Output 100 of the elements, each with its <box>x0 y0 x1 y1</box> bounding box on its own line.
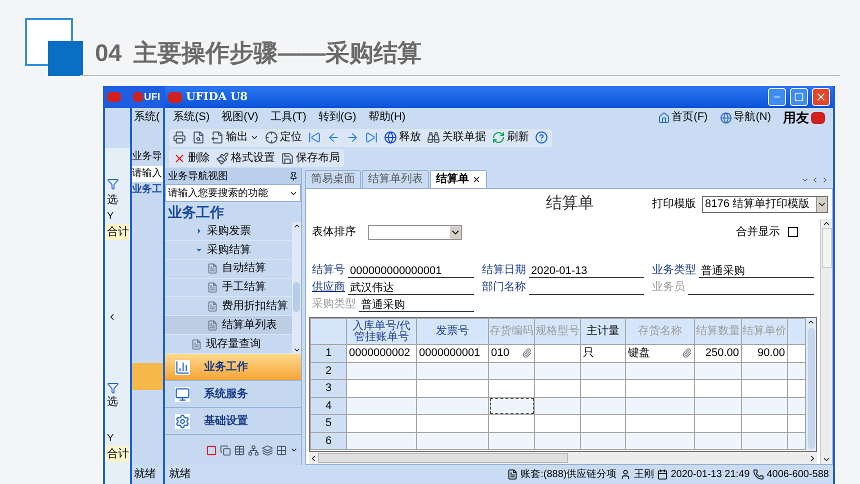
merge-checkbox[interactable] <box>788 227 798 237</box>
field-label: 结算日期 <box>482 262 526 278</box>
table-cell[interactable] <box>694 432 742 450</box>
tab[interactable]: 结算单列表 <box>362 170 429 188</box>
close-button[interactable] <box>812 88 830 106</box>
help-button[interactable] <box>533 128 550 146</box>
sort-select[interactable] <box>368 224 462 240</box>
table-cell[interactable] <box>416 380 488 397</box>
save-button[interactable]: 保存布局 <box>279 149 342 167</box>
scroll-thumb[interactable] <box>293 282 300 312</box>
document-icon <box>191 338 202 350</box>
table-cell[interactable] <box>346 432 416 450</box>
last-icon <box>365 131 378 144</box>
table-cell[interactable] <box>534 414 580 432</box>
home-link[interactable]: 首页(F) <box>658 109 708 126</box>
scrollbar[interactable] <box>820 219 832 464</box>
caret-icon[interactable] <box>290 446 298 454</box>
table-cell[interactable] <box>534 380 580 397</box>
field-input[interactable]: 武汉伟达 <box>348 280 474 295</box>
search-field[interactable]: 请输入您要搜索的功能 <box>165 184 301 202</box>
field-label: 结算号 <box>312 262 345 278</box>
table-cell[interactable] <box>416 432 488 450</box>
table-cell[interactable] <box>694 380 742 397</box>
scroll-thumb[interactable] <box>318 453 568 463</box>
tree-item[interactable]: 结算单列表 <box>165 316 292 336</box>
delete-button[interactable]: 删除 <box>171 149 212 167</box>
layers-icon[interactable] <box>262 444 273 456</box>
table-cell[interactable] <box>626 414 694 432</box>
table-cell[interactable]: 只 <box>580 344 626 362</box>
scroll-thumb[interactable] <box>808 328 814 449</box>
globe-link[interactable]: 导航(N) <box>720 109 771 126</box>
table-cell[interactable] <box>626 432 694 450</box>
refresh-button[interactable]: 刷新 <box>490 128 531 146</box>
field-input[interactable]: 000000000000001 <box>348 263 474 278</box>
scroll-up-icon <box>292 222 300 230</box>
table-cell[interactable] <box>488 414 534 432</box>
table-cell[interactable] <box>626 380 694 397</box>
table-cell[interactable] <box>534 432 580 450</box>
table-cell[interactable]: 0000000001 <box>416 344 488 362</box>
scrollbar[interactable] <box>292 222 301 354</box>
locate-button[interactable]: 定位 <box>263 128 304 146</box>
tab[interactable]: 简易桌面 <box>305 170 361 188</box>
menu-item[interactable]: 帮助(H) <box>368 109 406 126</box>
table-icon[interactable] <box>234 444 245 456</box>
table-cell[interactable] <box>694 414 742 432</box>
close-icon[interactable] <box>472 175 481 184</box>
table-cell[interactable]: 90.00 <box>742 344 788 362</box>
menu-item[interactable]: 系统(S) <box>173 109 210 126</box>
table-cell[interactable]: 0000000002 <box>346 344 416 362</box>
right-arrow-icon <box>346 131 359 144</box>
field-label: 打印模版 <box>652 196 696 212</box>
scrollbar[interactable] <box>806 318 816 451</box>
field-input[interactable]: 普通采购 <box>699 263 814 278</box>
tree-label: 采购结算 <box>207 242 251 258</box>
nav-section-button[interactable]: 业务工作 <box>165 354 301 381</box>
left-icon[interactable] <box>811 176 819 184</box>
paperclip-icon[interactable] <box>682 348 692 358</box>
export-button[interactable]: 输出 <box>209 128 261 146</box>
monitor-icon <box>175 386 190 402</box>
copy-icon[interactable] <box>220 444 231 456</box>
minimize-button[interactable] <box>768 88 786 106</box>
table-cell[interactable] <box>580 432 626 450</box>
table-cell[interactable]: 250.00 <box>694 344 742 362</box>
grid-icon[interactable] <box>276 444 287 456</box>
menu-item[interactable]: 工具(T) <box>270 109 306 126</box>
tree-icon[interactable] <box>248 444 259 456</box>
dropdown-icon[interactable] <box>801 176 809 184</box>
table-cell[interactable]: 键盘 <box>626 344 694 362</box>
menu-item[interactable]: 视图(V) <box>222 109 258 126</box>
table-cell[interactable] <box>488 380 534 397</box>
template-select[interactable]: 8176 结算单打印模版 <box>702 196 828 212</box>
table-cell[interactable] <box>742 432 788 450</box>
table-cell[interactable] <box>742 414 788 432</box>
related-button[interactable]: 关联单据 <box>425 128 488 146</box>
table-cell[interactable] <box>580 380 626 397</box>
table-cell[interactable] <box>346 380 416 397</box>
field-input[interactable]: 2020-01-13 <box>529 263 644 278</box>
table-cell[interactable] <box>488 397 534 414</box>
table-cell[interactable] <box>488 432 534 450</box>
table-cell[interactable]: 010 <box>488 344 534 362</box>
table-cell[interactable] <box>534 344 580 362</box>
horizontal-scrollbar[interactable] <box>309 452 817 464</box>
format-button[interactable]: 格式设置 <box>214 149 277 167</box>
table-cell[interactable] <box>580 414 626 432</box>
field-input[interactable]: 普通采购 <box>359 297 474 312</box>
maximize-button[interactable] <box>790 88 808 106</box>
field-label[interactable]: 供应商 <box>312 278 345 295</box>
row-number: 1 <box>310 344 346 362</box>
right-icon[interactable] <box>821 176 829 184</box>
release-button[interactable]: 释放 <box>382 128 423 146</box>
pin-icon[interactable] <box>289 172 298 180</box>
menu-item[interactable]: 转到(G) <box>318 109 356 126</box>
table-cell[interactable] <box>416 414 488 432</box>
paperclip-icon[interactable] <box>522 348 532 358</box>
table-cell[interactable] <box>346 414 416 432</box>
table-cell[interactable] <box>742 380 788 397</box>
printer-button[interactable] <box>171 128 188 146</box>
stop-icon[interactable] <box>206 444 217 456</box>
scroll-thumb[interactable] <box>822 228 832 268</box>
tab[interactable]: 结算单 <box>430 170 487 188</box>
